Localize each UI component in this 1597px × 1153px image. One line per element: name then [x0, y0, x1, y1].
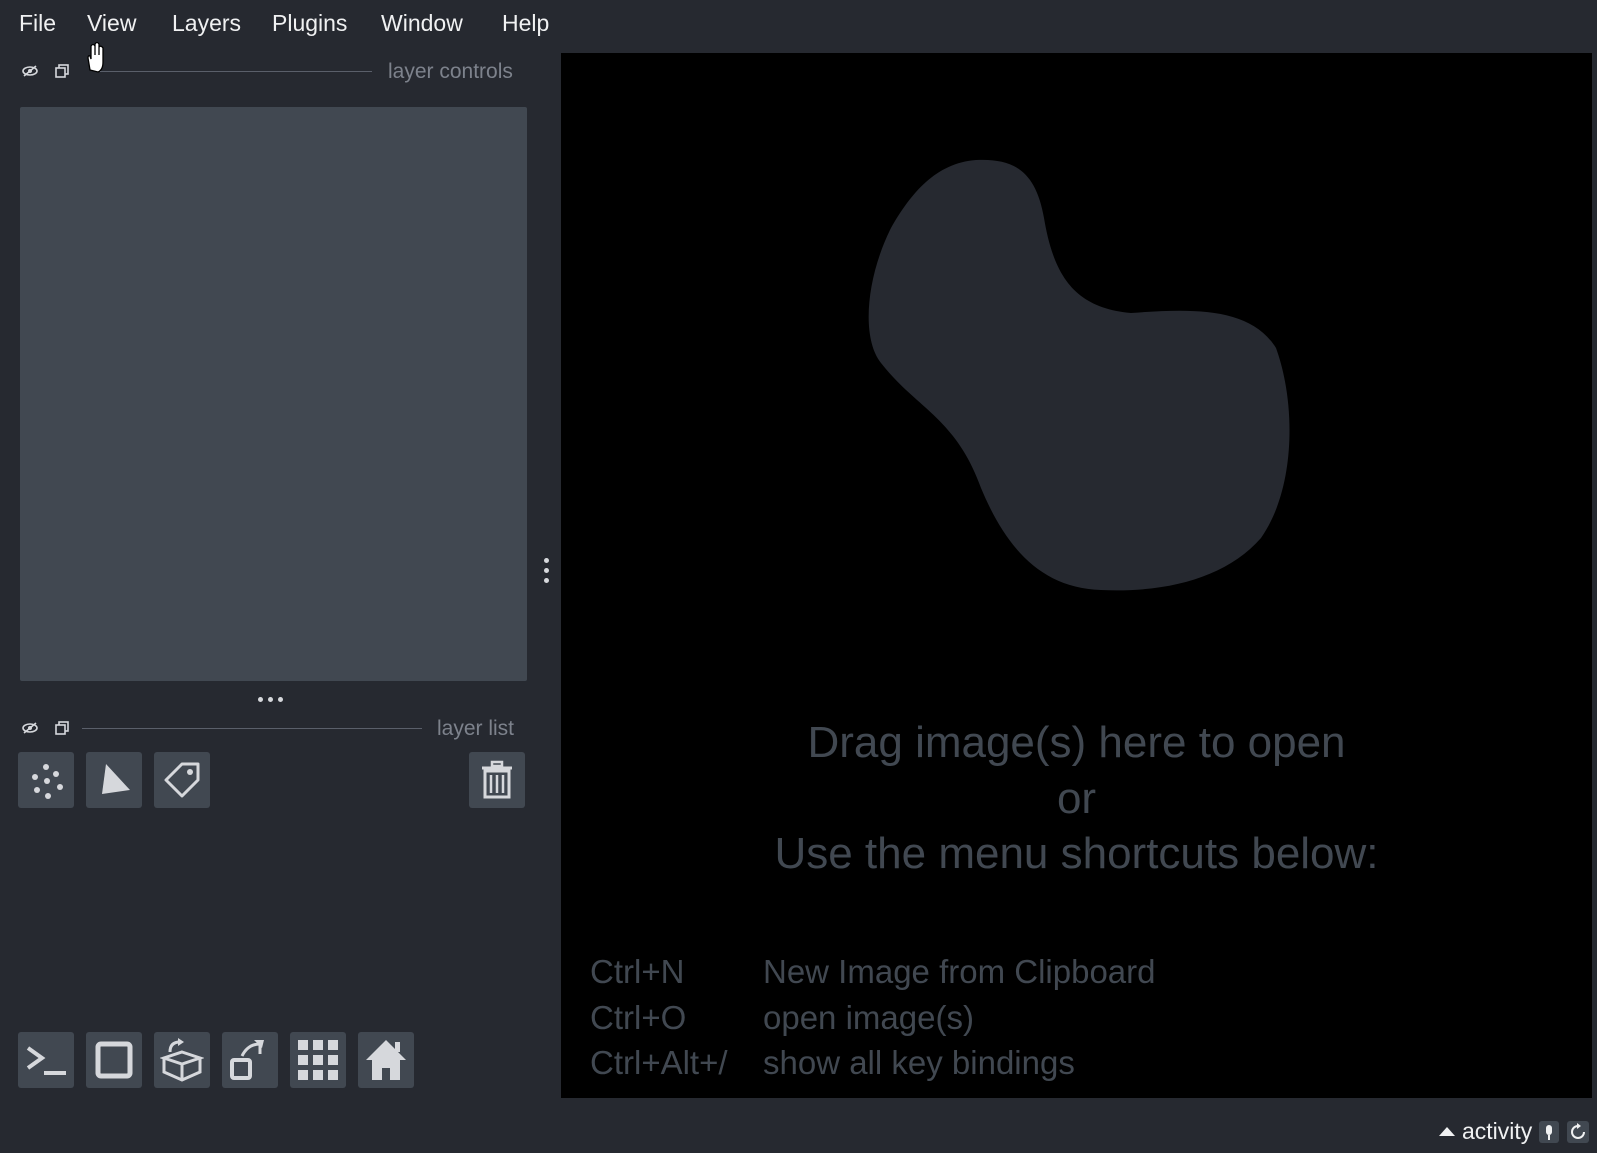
console-button[interactable]: [18, 1032, 74, 1088]
caret-up-icon: [1439, 1126, 1455, 1136]
layer-controls-header: layer controls: [0, 56, 540, 86]
shortcut-key: Ctrl+O: [590, 999, 687, 1036]
dock-splitter-handle[interactable]: [544, 558, 549, 583]
labels-icon: [164, 762, 200, 798]
hide-dock-icon[interactable]: [21, 719, 39, 737]
panel-splitter-handle[interactable]: [258, 697, 283, 702]
menu-file[interactable]: File: [19, 10, 56, 37]
shortcut-description: open image(s): [763, 999, 974, 1036]
status-bar: activity: [0, 1110, 1597, 1153]
menu-view[interactable]: View: [87, 10, 136, 37]
roll-dims-button[interactable]: [154, 1032, 210, 1088]
shapes-icon: [102, 764, 130, 794]
delete-layer-button[interactable]: [469, 752, 525, 808]
layer-list-title: layer list: [437, 717, 515, 740]
shortcut-description: show all key bindings: [763, 1044, 1075, 1081]
menu-plugins[interactable]: Plugins: [272, 10, 347, 37]
new-labels-layer-button[interactable]: [154, 752, 210, 808]
layer-list-header: layer list: [0, 713, 540, 743]
console-icon: [26, 1046, 66, 1075]
grid-view-button[interactable]: [290, 1032, 346, 1088]
welcome-shortcuts-text: Use the menu shortcuts below:: [774, 829, 1379, 878]
shortcut-key: Ctrl+N: [590, 953, 685, 990]
sync-icon[interactable]: [1566, 1120, 1590, 1144]
shortcut-key: Ctrl+Alt+/: [590, 1044, 728, 1081]
menu-window[interactable]: Window: [381, 10, 463, 37]
square-icon: [95, 1041, 133, 1079]
shortcut-description: New Image from Clipboard: [763, 953, 1156, 990]
napari-logo-icon: [868, 159, 1290, 591]
activity-label: activity: [1462, 1118, 1533, 1144]
welcome-drag-text: Drag image(s) here to open: [807, 718, 1346, 767]
points-icon: [32, 764, 63, 799]
home-button[interactable]: [358, 1032, 414, 1088]
transpose-button[interactable]: [222, 1032, 278, 1088]
header-divider: [100, 71, 372, 72]
menu-bar: File View Layers Plugins Window Help: [0, 0, 1597, 46]
microphone-icon[interactable]: [1538, 1120, 1560, 1144]
rotate-icon: [230, 1040, 264, 1080]
new-shapes-layer-button[interactable]: [86, 752, 142, 808]
activity-toggle[interactable]: activity: [1438, 1118, 1590, 1145]
welcome-or-text: or: [1056, 774, 1097, 823]
viewer-canvas[interactable]: Drag image(s) here to open or Use the me…: [561, 53, 1592, 1098]
ndisplay-button[interactable]: [86, 1032, 142, 1088]
trash-icon: [482, 760, 512, 799]
layer-controls-panel: [20, 107, 527, 681]
menu-help[interactable]: Help: [502, 10, 549, 37]
float-dock-icon[interactable]: [53, 62, 71, 80]
float-dock-icon[interactable]: [53, 719, 71, 737]
grid-icon: [298, 1040, 338, 1080]
menu-layers[interactable]: Layers: [172, 10, 241, 37]
home-icon: [366, 1040, 406, 1080]
cube-icon: [160, 1038, 204, 1082]
layer-controls-title: layer controls: [388, 60, 513, 83]
header-divider: [82, 728, 422, 729]
hide-dock-icon[interactable]: [21, 62, 39, 80]
new-points-layer-button[interactable]: [18, 752, 74, 808]
